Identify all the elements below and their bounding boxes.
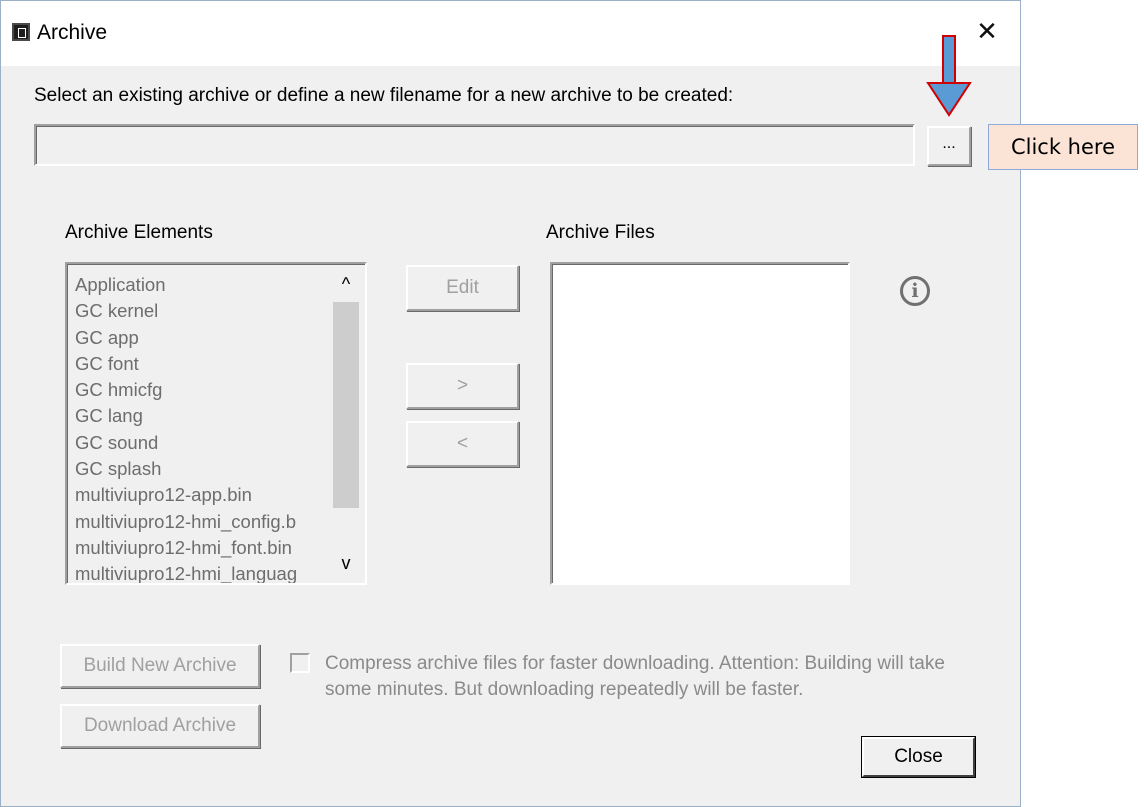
download-archive-button[interactable]: Download Archive (60, 704, 260, 748)
list-item[interactable]: GC splash (75, 456, 297, 482)
list-item[interactable]: multiviupro12-hmi_config.b (75, 509, 297, 535)
close-button[interactable]: Close (862, 737, 975, 777)
click-here-callout: Click here (988, 124, 1138, 170)
window-title: Archive (37, 21, 108, 44)
app-icon (12, 23, 30, 41)
title-bar: Archive ✕ (1, 0, 1020, 66)
info-icon[interactable]: i (900, 276, 930, 306)
chevron-up-icon[interactable]: ^ (331, 270, 361, 298)
edit-button[interactable]: Edit (406, 265, 519, 311)
archive-path-label: Select an existing archive or define a n… (34, 85, 734, 106)
build-archive-button[interactable]: Build New Archive (60, 644, 260, 688)
pointer-arrow-head (926, 82, 972, 117)
archive-elements-header: Archive Elements (65, 222, 213, 243)
chevron-down-icon[interactable]: v (331, 549, 361, 577)
list-item[interactable]: GC font (75, 351, 297, 377)
pointer-arrow (942, 35, 956, 83)
archive-path-input[interactable] (34, 124, 915, 166)
compress-label: Compress archive files for faster downlo… (325, 653, 945, 700)
add-to-archive-button[interactable]: > (406, 363, 519, 409)
list-item[interactable]: GC sound (75, 430, 297, 456)
archive-elements-items: Application GC kernel GC app GC font GC hmic… (75, 272, 297, 583)
scrollbar-thumb[interactable] (333, 302, 359, 508)
archive-files-list[interactable] (550, 262, 850, 585)
window-close-icon[interactable]: ✕ (973, 17, 1001, 45)
archive-elements-list[interactable]: Application GC kernel GC app GC font GC hmic… (65, 262, 367, 585)
list-item[interactable]: GC app (75, 325, 297, 351)
list-item[interactable]: multiviupro12-hmi_font.bin (75, 535, 297, 561)
archive-files-header: Archive Files (546, 222, 655, 243)
list-item[interactable]: GC hmicfg (75, 377, 297, 403)
list-item[interactable]: GC lang (75, 403, 297, 429)
list-item[interactable]: multiviupro12-hmi_languag (75, 561, 297, 583)
browse-button[interactable]: ... (927, 126, 971, 166)
remove-from-archive-button[interactable]: < (406, 421, 519, 467)
compress-checkbox[interactable] (290, 653, 310, 673)
archive-dialog: Archive ✕ Select an existing archive or … (0, 0, 1021, 807)
list-item[interactable]: GC kernel (75, 298, 297, 324)
list-item[interactable]: multiviupro12-app.bin (75, 482, 297, 508)
list-item[interactable]: Application (75, 272, 297, 298)
